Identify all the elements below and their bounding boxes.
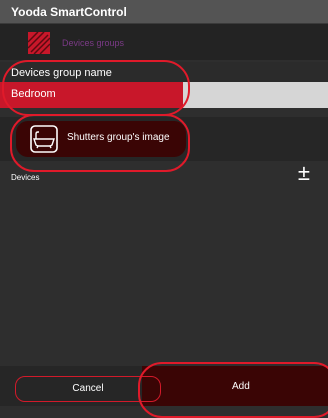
image-row: Shutters group's image <box>0 117 328 161</box>
name-label-row: Devices group name <box>0 62 328 82</box>
group-image-label: Shutters group's image <box>67 132 170 143</box>
footer-bar: Cancel Add <box>0 366 328 406</box>
add-remove-devices-button[interactable]: ± <box>298 162 310 184</box>
bathtub-icon <box>30 125 58 153</box>
group-name-value[interactable]: Bedroom <box>11 88 56 100</box>
group-name-field[interactable]: Bedroom <box>0 82 328 108</box>
devices-label: Devices <box>11 173 40 182</box>
window-title: Yooda SmartControl <box>11 5 127 19</box>
group-name-label: Devices group name <box>11 67 112 79</box>
cancel-button[interactable]: Cancel <box>15 376 161 402</box>
devices-header: Devices ± <box>0 162 328 190</box>
shutter-logo-icon <box>28 32 50 54</box>
title-bar: Yooda SmartControl <box>0 0 328 24</box>
header-label: Devices groups <box>62 38 125 48</box>
add-button-label: Add <box>232 381 250 392</box>
page-header: Devices groups <box>0 24 328 60</box>
devices-list <box>0 190 328 370</box>
